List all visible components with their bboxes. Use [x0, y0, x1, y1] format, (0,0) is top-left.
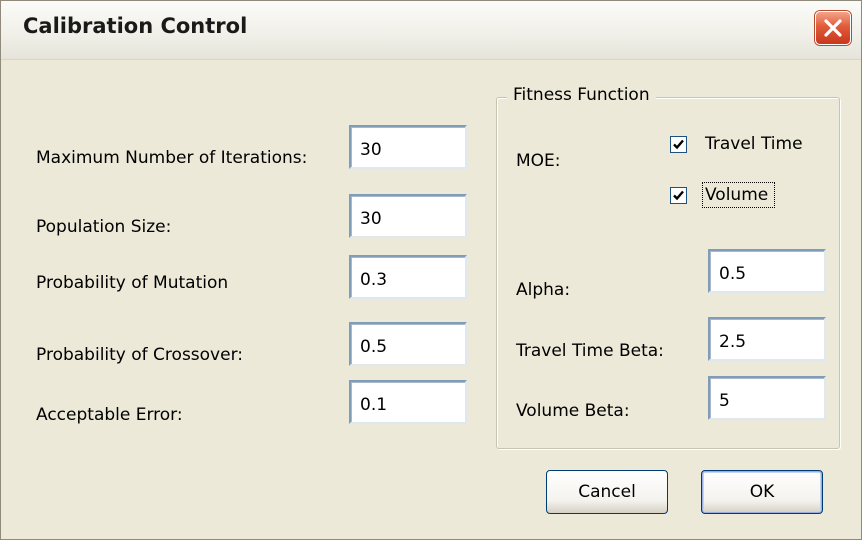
prob-crossover-field[interactable] [349, 322, 467, 366]
travel-time-beta-label: Travel Time Beta: [516, 341, 664, 361]
travel-time-beta-field[interactable] [708, 317, 826, 361]
close-x-icon [824, 19, 842, 37]
window-title: Calibration Control [23, 14, 248, 38]
prob-mutation-field[interactable] [349, 255, 467, 299]
max-iterations-label: Maximum Number of Iterations: [36, 148, 308, 168]
volume-beta-label: Volume Beta: [516, 401, 630, 421]
acceptable-error-label: Acceptable Error: [36, 405, 183, 425]
acceptable-error-field[interactable] [349, 380, 467, 424]
travel-time-checkbox[interactable] [670, 136, 687, 153]
alpha-label: Alpha: [516, 280, 571, 300]
calibration-control-dialog: Calibration Control Maximum Number of It… [0, 0, 862, 540]
alpha-field[interactable] [708, 249, 826, 293]
travel-time-label[interactable]: Travel Time [705, 134, 803, 154]
checkmark-icon [673, 190, 684, 201]
population-size-field[interactable] [349, 194, 467, 238]
cancel-button[interactable]: Cancel [546, 470, 668, 514]
population-size-label: Population Size: [36, 217, 172, 237]
fitness-function-group-label: Fitness Function [507, 85, 656, 105]
volume-beta-field[interactable] [708, 376, 826, 420]
prob-crossover-label: Probability of Crossover: [36, 345, 243, 365]
ok-button[interactable]: OK [701, 470, 823, 514]
moe-label: MOE: [516, 151, 561, 171]
volume-checkbox[interactable] [670, 187, 687, 204]
max-iterations-field[interactable] [349, 125, 467, 169]
prob-mutation-label: Probability of Mutation [36, 273, 229, 293]
close-button[interactable] [815, 11, 851, 45]
title-bar[interactable]: Calibration Control [1, 1, 861, 60]
volume-label[interactable]: Volume [705, 185, 768, 205]
checkmark-icon [673, 139, 684, 150]
